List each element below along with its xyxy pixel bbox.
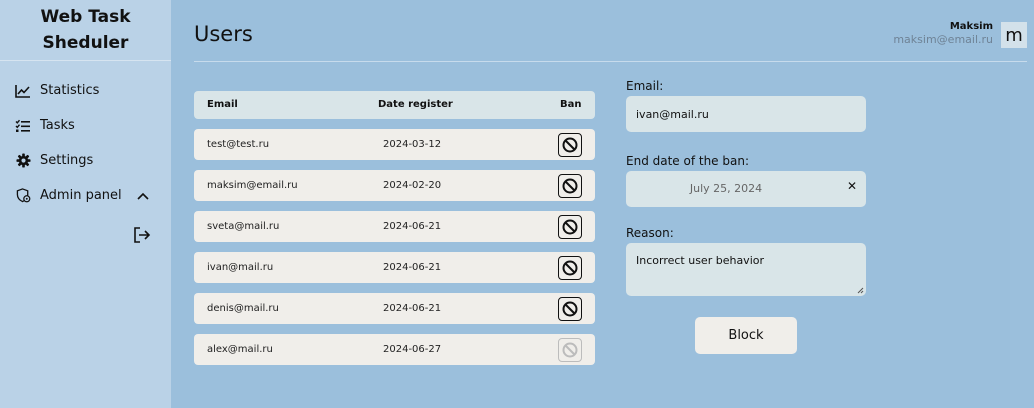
row-date: 2024-06-21 [383,221,442,232]
table-row[interactable]: maksim@email.ru 2024-02-20 [194,170,595,201]
logout-icon[interactable] [131,224,153,246]
email-label: Email: [626,79,664,93]
sidebar-item-label: Admin panel [40,188,122,203]
column-header-ban: Ban [560,99,582,110]
table-row[interactable]: sveta@mail.ru 2024-06-21 [194,211,595,242]
table-row[interactable]: ivan@mail.ru 2024-06-21 [194,252,595,283]
ban-button-disabled [558,338,582,362]
column-header-email: Email [207,99,238,110]
app-title-line2: Sheduler [42,33,129,53]
row-date: 2024-06-21 [383,262,442,273]
sidebar-item-label: Settings [40,153,94,168]
row-email: ivan@mail.ru [207,262,274,273]
ban-button[interactable] [558,256,582,280]
row-date: 2024-06-21 [383,303,442,314]
email-field-value: ivan@mail.ru [636,108,709,121]
ban-icon [562,342,578,358]
row-email: denis@mail.ru [207,303,279,314]
sidebar-nav: Statistics Tasks Settings Admin panel [0,61,171,213]
clear-date-icon[interactable]: ✕ [847,179,857,193]
ban-icon [562,260,578,276]
ban-icon [562,178,578,194]
user-name: Maksim [949,21,993,32]
reason-value: Incorrect user behavior [636,254,764,267]
page-title: Users [194,22,253,46]
ban-icon [562,301,578,317]
checklist-icon [14,117,32,135]
avatar[interactable]: m [1001,22,1027,48]
row-email: alex@mail.ru [207,344,273,355]
row-email: maksim@email.ru [207,180,298,191]
reason-textarea[interactable]: Incorrect user behavior [626,243,866,296]
table-header: Email Date register Ban [194,91,595,119]
sidebar-item-tasks[interactable]: Tasks [0,108,171,143]
row-date: 2024-02-20 [383,180,442,191]
ban-button[interactable] [558,133,582,157]
end-date-value: July 25, 2024 [689,182,763,195]
table-row[interactable]: test@test.ru 2024-03-12 [194,129,595,160]
column-header-date: Date register [378,99,453,110]
chevron-up-icon[interactable] [136,189,150,203]
sidebar-item-label: Tasks [40,118,75,133]
user-info: Maksim maksim@email.ru [893,21,993,47]
chart-line-icon [14,82,32,100]
table-row[interactable]: denis@mail.ru 2024-06-21 [194,293,595,324]
row-email: test@test.ru [207,139,270,150]
app-title-line1: Web Task [40,7,131,27]
block-button[interactable]: Block [695,317,797,354]
header-divider [194,61,1027,62]
ban-icon [562,219,578,235]
email-field[interactable]: ivan@mail.ru [626,96,866,132]
sidebar-item-admin-panel[interactable]: Admin panel [0,178,171,213]
reason-label: Reason: [626,226,674,240]
ban-button[interactable] [558,297,582,321]
sidebar-item-settings[interactable]: Settings [0,143,171,178]
gear-icon [14,152,32,170]
sidebar: Web Task Sheduler Statistics Tasks Setti… [0,0,171,408]
resize-handle-icon[interactable] [857,287,864,294]
row-email: sveta@mail.ru [207,221,280,232]
row-date: 2024-06-27 [383,344,442,355]
table-row[interactable]: alex@mail.ru 2024-06-27 [194,334,595,365]
app-logo: Web Task Sheduler [0,0,171,61]
sidebar-item-statistics[interactable]: Statistics [0,73,171,108]
ban-icon [562,137,578,153]
end-date-label: End date of the ban: [626,154,749,168]
admin-shield-icon [14,187,32,205]
user-email: maksim@email.ru [893,33,993,46]
end-date-picker[interactable]: July 25, 2024 ✕ [626,171,866,207]
sidebar-item-label: Statistics [40,83,100,98]
row-date: 2024-03-12 [383,139,442,150]
ban-button[interactable] [558,215,582,239]
ban-button[interactable] [558,174,582,198]
